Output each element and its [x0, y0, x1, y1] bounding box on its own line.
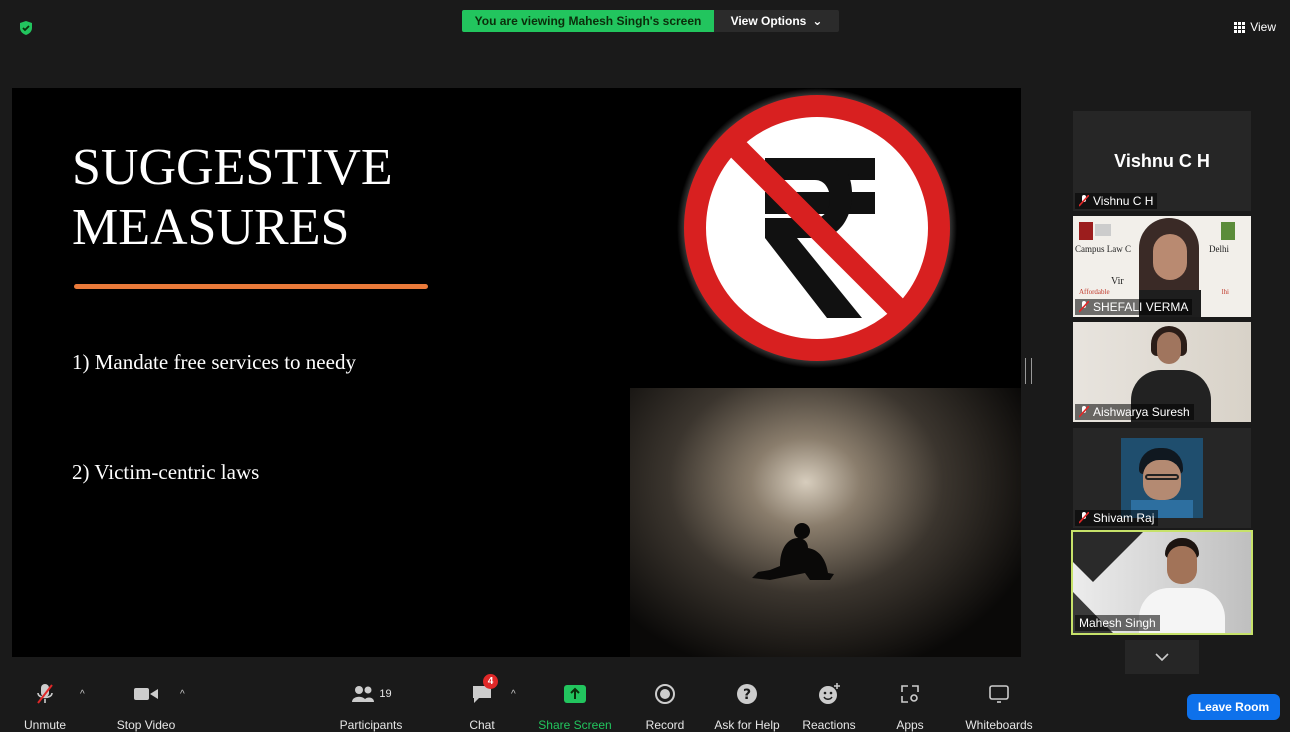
top-bar: You are viewing Mahesh Singh's screen Vi…	[0, 0, 1290, 60]
encryption-shield-icon[interactable]	[18, 20, 34, 36]
reactions-smiley-icon	[819, 683, 840, 704]
unmute-button[interactable]: Unmute	[22, 680, 68, 732]
record-icon	[655, 684, 675, 704]
backdrop-text: Campus Law C	[1075, 244, 1131, 254]
mic-muted-icon	[1079, 195, 1089, 207]
record-button[interactable]: Record	[640, 680, 690, 732]
chevron-down-icon	[1155, 653, 1169, 661]
participant-display-name: Vishnu C H	[1114, 151, 1210, 171]
gallery-scroll-down-button[interactable]	[1125, 640, 1199, 674]
sad-person-image	[630, 388, 1021, 657]
stop-video-button[interactable]: Stop Video	[112, 680, 180, 732]
participant-tile-shivam[interactable]: Shivam Raj	[1073, 428, 1251, 528]
apps-button[interactable]: Apps	[890, 680, 930, 732]
participant-tile-shefali[interactable]: Campus Law C Delhi Vir Affordable lhi SH…	[1073, 216, 1251, 317]
share-screen-icon	[564, 685, 586, 703]
whiteboards-button[interactable]: Whiteboards	[962, 680, 1036, 732]
slide-title-line2: MEASURES	[72, 199, 350, 256]
mic-muted-icon	[1079, 406, 1089, 418]
audio-options-caret[interactable]: ^	[80, 689, 85, 700]
svg-text:?: ?	[743, 687, 751, 703]
chevron-down-icon: ⌄	[812, 14, 823, 28]
meeting-toolbar: Unmute ^ Stop Video ^ 19 Participants 4 …	[0, 674, 1290, 732]
shared-screen: SUGGESTIVE MEASURES 1) Mandate free serv…	[12, 88, 1021, 657]
backdrop-text: Delhi	[1209, 244, 1229, 254]
participant-name-label: Vishnu C H	[1075, 193, 1158, 209]
video-options-caret[interactable]: ^	[180, 689, 185, 700]
mic-muted-icon	[1079, 301, 1089, 313]
ask-for-help-button[interactable]: ? Ask for Help	[710, 680, 784, 732]
participant-name-label: Mahesh Singh	[1075, 615, 1160, 631]
view-label: View	[1250, 20, 1276, 34]
slide-title-underline	[74, 284, 428, 289]
no-rupee-image	[677, 88, 957, 368]
backdrop-text: lhi	[1221, 288, 1229, 296]
participants-button[interactable]: 19 Participants	[336, 680, 406, 732]
video-camera-icon	[134, 688, 158, 700]
whiteboard-icon	[989, 685, 1009, 703]
slide-title: SUGGESTIVE MEASURES	[72, 138, 393, 258]
participants-count: 19	[379, 688, 392, 700]
chat-options-caret[interactable]: ^	[511, 689, 516, 700]
panel-resize-handle[interactable]	[1025, 358, 1032, 384]
participant-tile-mahesh-active-speaker[interactable]: Mahesh Singh	[1071, 530, 1253, 635]
leave-room-button[interactable]: Leave Room	[1187, 694, 1280, 720]
participant-tile-vishnu[interactable]: Vishnu C H Vishnu C H	[1073, 111, 1251, 211]
backdrop-text: Vir	[1111, 276, 1124, 287]
apps-icon	[901, 685, 919, 703]
slide-title-line1: SUGGESTIVE	[72, 139, 393, 196]
share-screen-button[interactable]: Share Screen	[536, 680, 614, 732]
backdrop-text: Affordable	[1079, 288, 1110, 296]
microphone-muted-icon	[37, 684, 53, 704]
view-options-button[interactable]: View Options ⌄	[714, 10, 839, 32]
participant-name-label: Aishwarya Suresh	[1075, 404, 1194, 420]
view-button[interactable]: View	[1234, 20, 1276, 34]
screen-share-banner: You are viewing Mahesh Singh's screen	[462, 10, 714, 32]
participant-name-label: SHEFALI VERMA	[1075, 299, 1193, 315]
help-question-icon: ?	[737, 684, 757, 704]
participant-video	[1121, 438, 1203, 518]
participant-name-label: Shivam Raj	[1075, 510, 1159, 526]
chat-button[interactable]: 4 Chat	[462, 674, 502, 732]
participant-tile-aishwarya[interactable]: Aishwarya Suresh	[1073, 322, 1251, 422]
slide-bullet-1: 1) Mandate free services to needy	[72, 350, 356, 374]
view-options-label: View Options	[730, 14, 807, 28]
mic-muted-icon	[1079, 512, 1089, 524]
chat-unread-badge: 4	[483, 674, 498, 689]
slide-bullet-2: 2) Victim-centric laws	[72, 460, 260, 484]
grid-view-icon	[1234, 21, 1246, 33]
reactions-button[interactable]: Reactions	[800, 680, 858, 732]
participants-icon	[352, 686, 375, 702]
